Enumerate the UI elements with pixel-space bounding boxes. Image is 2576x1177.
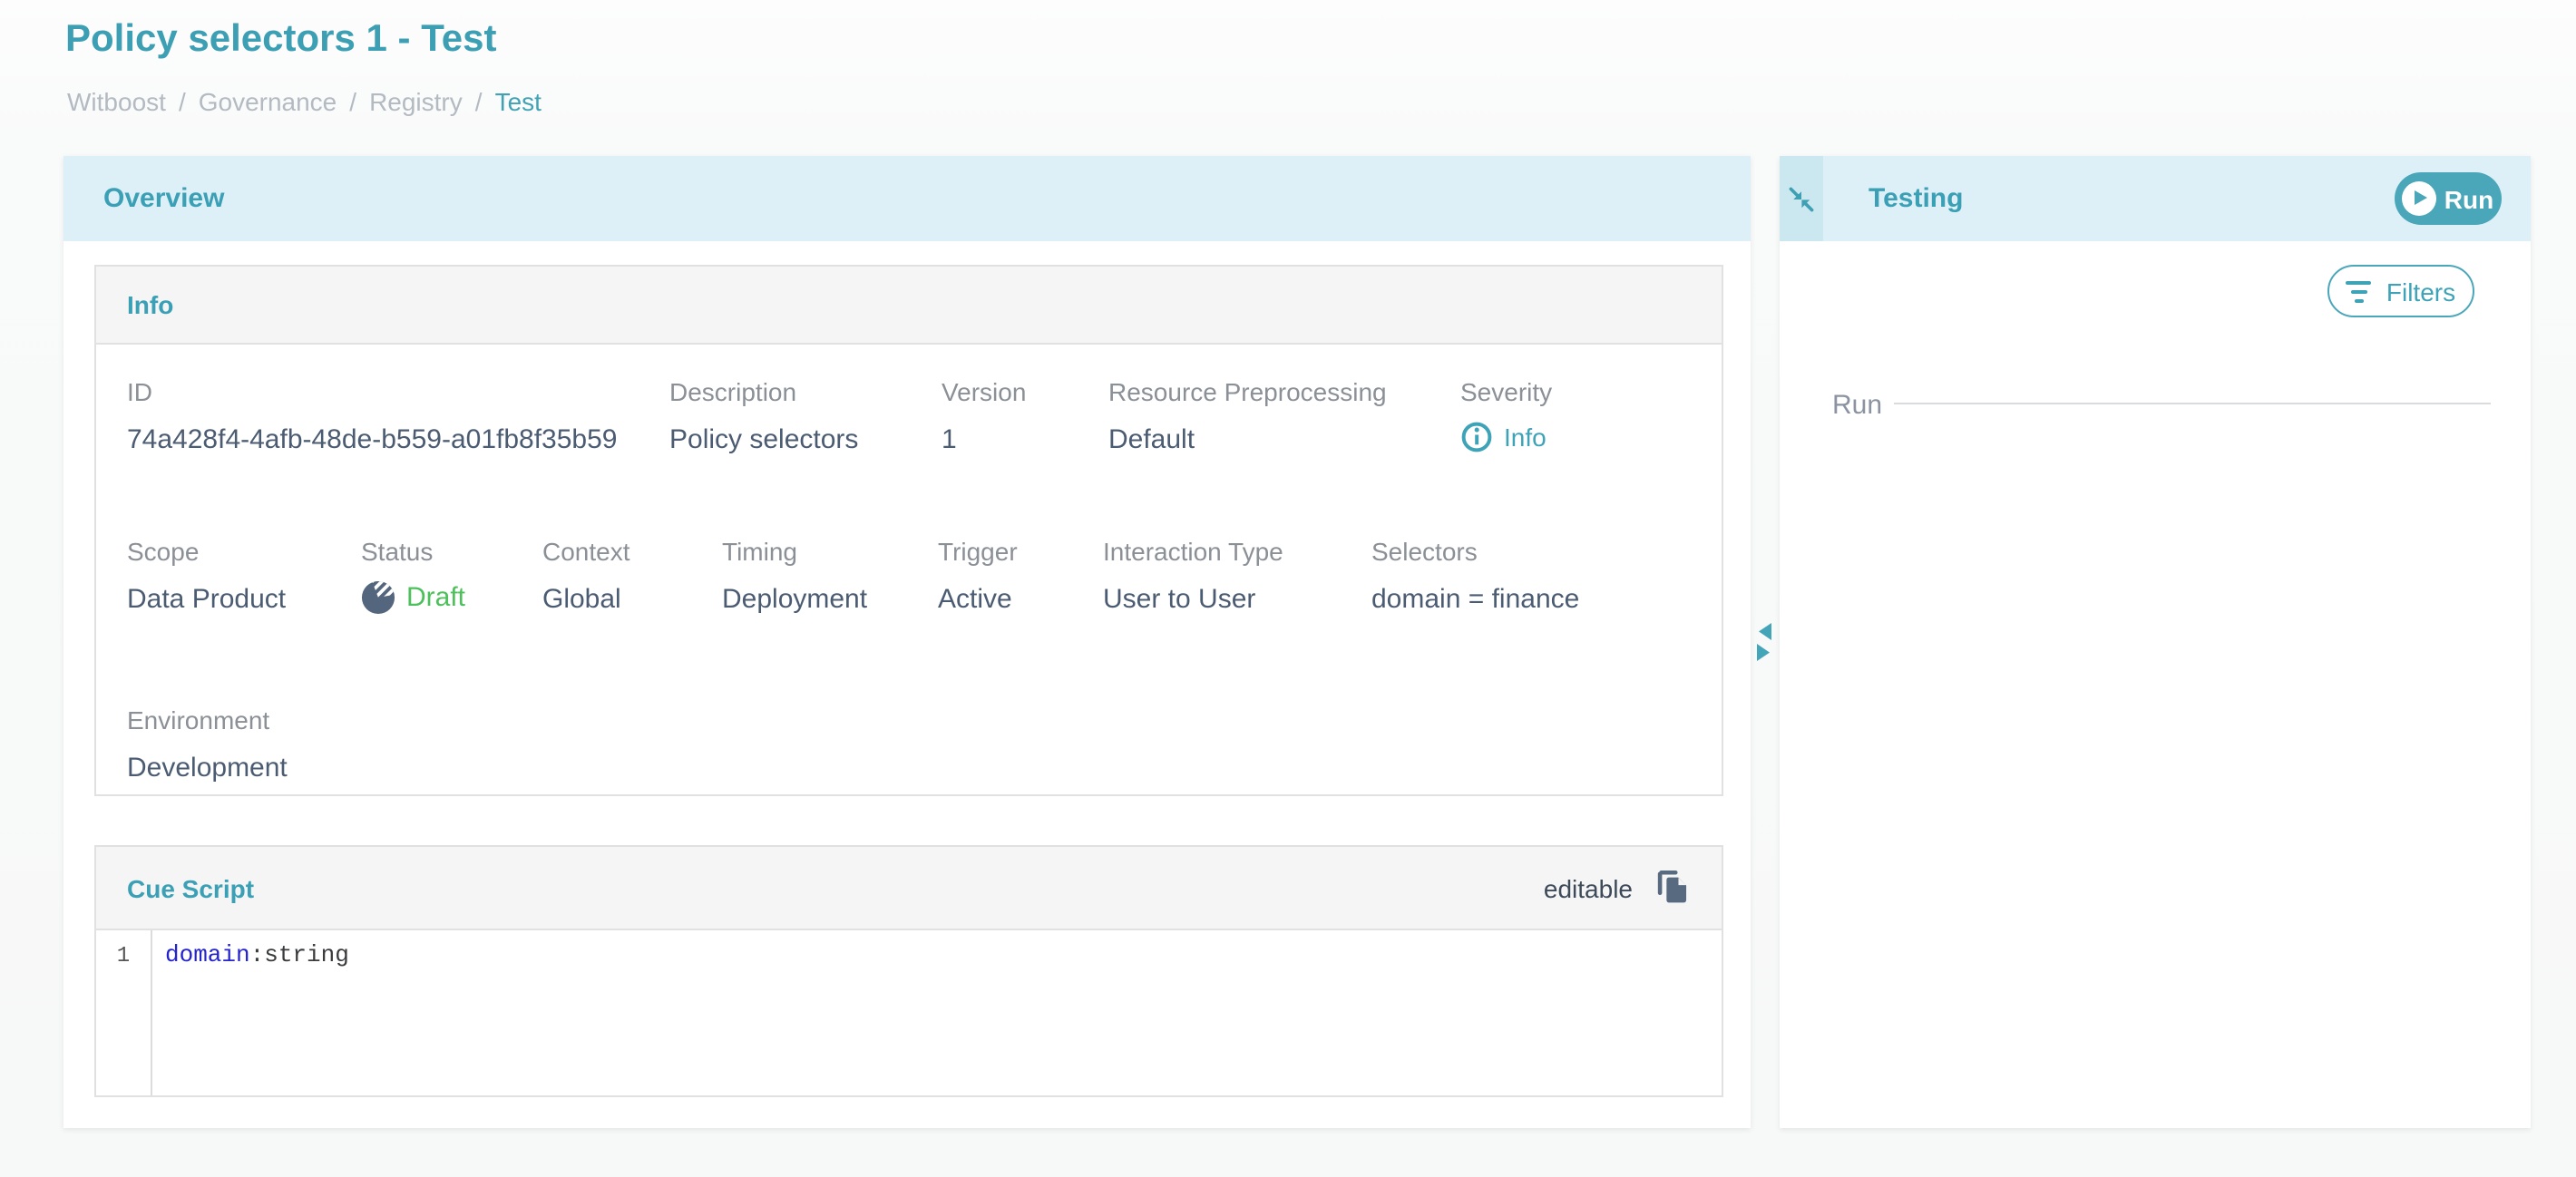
field-id-label: ID [127,377,617,406]
field-selectors: Selectors domain = finance [1371,537,1579,615]
field-environment-value: Development [127,753,288,783]
field-severity-value[interactable]: Info [1460,421,1552,453]
field-context-value: Global [542,584,630,615]
field-resource-preprocessing-label: Resource Preprocessing [1108,377,1387,406]
info-card-header: Info [96,267,1722,345]
field-version-value: 1 [942,424,1026,455]
field-severity: Severity Info [1460,377,1552,453]
page-title: Policy selectors 1 - Test [65,18,496,62]
field-timing: Timing Deployment [722,537,867,615]
breadcrumb-separator: / [349,87,356,116]
field-trigger-value: Active [938,584,1018,615]
field-interaction-type: Interaction Type User to User [1103,537,1283,615]
status-draft-text: Draft [406,582,465,613]
field-status-value: Draft [361,580,465,615]
field-trigger: Trigger Active [938,537,1018,615]
field-resource-preprocessing-value: Default [1108,424,1387,455]
run-section-divider [1894,403,2491,404]
field-timing-label: Timing [722,537,867,566]
field-selectors-value: domain = finance [1371,584,1579,615]
severity-info-link[interactable]: Info [1504,423,1547,452]
field-selectors-label: Selectors [1371,537,1579,566]
filter-icon [2347,280,2372,302]
code-rest: :string [250,941,349,968]
field-timing-value: Deployment [722,584,867,615]
run-section-label: Run [1832,390,1882,421]
field-resource-preprocessing: Resource Preprocessing Default [1108,377,1387,455]
code-keyword: domain [165,941,250,968]
overview-title: Overview [103,183,224,214]
filters-button-label: Filters [2386,277,2455,306]
breadcrumb-governance[interactable]: Governance [199,87,337,116]
field-environment: Environment Development [127,705,288,783]
field-scope: Scope Data Product [127,537,286,615]
field-status-label: Status [361,537,465,566]
policy-test-page: Policy selectors 1 - Test Witboost / Gover… [0,0,2576,1177]
breadcrumb-witboost[interactable]: Witboost [67,87,166,116]
filters-button[interactable]: Filters [2327,265,2474,317]
run-button[interactable]: Run [2395,172,2502,225]
field-description: Description Policy selectors [669,377,858,455]
draft-status-icon [361,580,395,615]
field-context: Context Global [542,537,630,615]
testing-title: Testing [1869,183,1963,214]
editor-code-line: domain:string [152,930,349,1095]
field-scope-label: Scope [127,537,286,566]
play-icon [2403,181,2437,216]
breadcrumb-separator: / [179,87,186,116]
panel-resize-handle[interactable] [1752,620,1776,664]
info-card: Info ID 74a428f4-4afb-48de-b559-a01fb8f3… [94,265,1723,796]
overview-panel-header: Overview [63,156,1751,241]
testing-panel: Testing Run Filters Run [1780,156,2531,1128]
breadcrumb: Witboost / Governance / Registry / Test [67,87,542,116]
info-card-title: Info [127,290,173,319]
field-id: ID 74a428f4-4afb-48de-b559-a01fb8f35b59 [127,377,617,455]
field-scope-value: Data Product [127,584,286,615]
cue-script-card: Cue Script editable 1 domain:string [94,845,1723,1097]
cue-script-title: Cue Script [127,873,254,902]
field-environment-label: Environment [127,705,288,734]
field-interaction-type-label: Interaction Type [1103,537,1283,566]
breadcrumb-registry[interactable]: Registry [369,87,463,116]
field-version: Version 1 [942,377,1026,455]
field-severity-label: Severity [1460,377,1552,406]
field-context-label: Context [542,537,630,566]
cue-script-header: Cue Script editable [96,847,1722,930]
field-trigger-label: Trigger [938,537,1018,566]
field-description-value: Policy selectors [669,424,858,455]
field-status: Status Draft [361,537,465,615]
field-version-label: Version [942,377,1026,406]
copy-icon[interactable] [1654,869,1691,907]
field-interaction-type-value: User to User [1103,584,1283,615]
field-id-value: 74a428f4-4afb-48de-b559-a01fb8f35b59 [127,424,617,455]
collapse-panel-button[interactable] [1780,156,1823,241]
cue-script-editor[interactable]: 1 domain:string [96,930,1722,1095]
field-description-label: Description [669,377,858,406]
breadcrumb-test: Test [495,87,542,116]
editor-line-number: 1 [96,930,152,1095]
run-button-label: Run [2444,184,2493,213]
testing-panel-header: Testing Run [1780,156,2531,241]
overview-panel: Overview Info ID 74a428f4-4afb-48de-b559… [63,156,1751,1128]
info-circle-icon [1460,421,1493,453]
breadcrumb-separator: / [475,87,483,116]
editable-label: editable [1544,873,1633,902]
collapse-arrows-icon [1789,186,1814,211]
